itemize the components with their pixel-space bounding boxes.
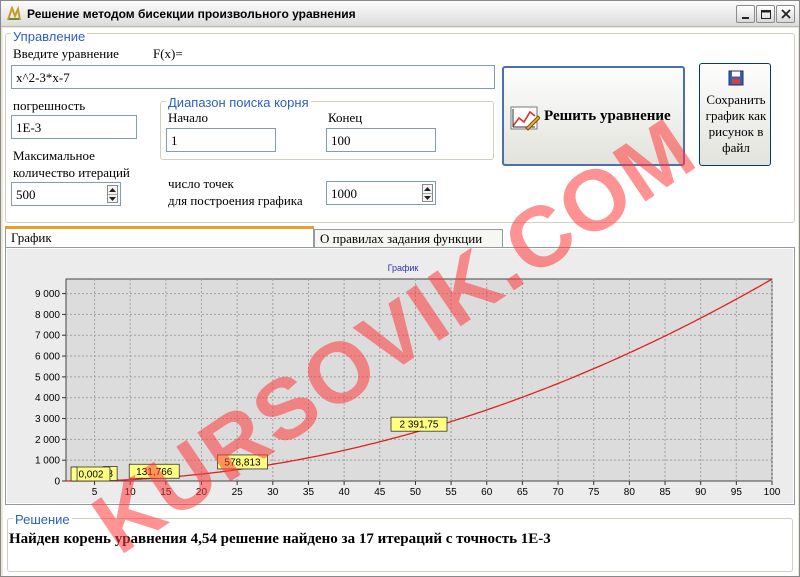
equation-input[interactable]: x^2-3*x-7 (11, 65, 495, 89)
end-input[interactable]: 100 (326, 128, 436, 152)
max-iter-label-2: количество итераций (13, 165, 130, 180)
spin-down-icon[interactable] (423, 193, 432, 201)
chart-icon (510, 106, 540, 131)
result-text: Найден корень уравнения 4,54 решение най… (9, 531, 551, 547)
plot-area (65, 278, 773, 482)
x-tick-label: 15 (160, 487, 172, 498)
x-tick-label: 65 (517, 487, 529, 498)
control-group-title: Управление (11, 29, 88, 44)
end-label: Конец (328, 110, 363, 125)
window-title: Решение методом бисекции произвольного у… (27, 7, 356, 21)
spin-down-icon[interactable] (108, 194, 117, 202)
app-icon (7, 6, 21, 21)
save-label-line: Сохранить (706, 92, 766, 107)
spin-up-icon[interactable] (423, 185, 432, 193)
x-tick-label: 30 (267, 487, 279, 498)
points-label-2: для построения графика (168, 193, 303, 208)
points-value: 1000 (331, 186, 357, 201)
y-tick-label: 5 000 (35, 372, 60, 383)
minimize-button[interactable] (736, 5, 755, 23)
points-label-1: число точек (168, 176, 234, 191)
solve-button-label: Решить уравнение (544, 108, 671, 124)
tolerance-label: погрешность (13, 98, 86, 113)
close-icon (781, 9, 791, 19)
maximize-button[interactable] (756, 5, 775, 23)
annotation-label: 131,766 (136, 467, 173, 478)
range-group-title: Диапазон поиска корня (166, 95, 311, 110)
y-tick-label: 3 000 (35, 414, 60, 425)
title-bar[interactable]: Решение методом бисекции произвольного у… (1, 1, 799, 27)
result-group-title: Решение (13, 512, 72, 527)
function-chart[interactable]: График 5 10 15 20 25 30 35 40 45 50 55 60 65 70 75 80 85 9… (7, 249, 793, 503)
save-label-line: файл (722, 140, 750, 155)
x-tick-label: 95 (731, 487, 743, 498)
start-label: Начало (168, 110, 209, 125)
x-tick-label: 25 (232, 487, 244, 498)
max-iter-spin[interactable] (107, 185, 118, 203)
annotation-label: 578,813 (224, 457, 261, 468)
x-tick-label: 5 (92, 487, 98, 498)
max-iter-stepper[interactable]: 500 (11, 182, 121, 206)
y-tick-label: 7 000 (35, 331, 60, 342)
tab-function-rules[interactable]: О правилах задания функции (314, 229, 503, 248)
save-label-line: график как (705, 108, 767, 123)
y-tick-label: 0 (54, 477, 60, 488)
max-iter-value: 500 (16, 187, 36, 202)
points-stepper[interactable]: 1000 (326, 181, 436, 205)
app-window: Решение методом бисекции произвольного у… (0, 0, 800, 577)
save-chart-button-label: Сохранить график как рисунок в файл (700, 92, 772, 156)
x-tick-label: 55 (446, 487, 458, 498)
max-iter-label-1: Максимальное (13, 148, 95, 163)
x-tick-label: 80 (624, 487, 636, 498)
x-tick-label: 85 (659, 487, 671, 498)
y-tick-label: 8 000 (35, 310, 60, 321)
close-button[interactable] (776, 5, 795, 23)
x-tick-label: 100 (764, 487, 781, 498)
x-tick-label: 75 (588, 487, 600, 498)
x-tick-label: 20 (196, 487, 208, 498)
start-input[interactable]: 1 (166, 128, 276, 152)
annotation-label: 0,002 (78, 469, 103, 480)
x-tick-label: 40 (339, 487, 351, 498)
y-tick-label: 9 000 (35, 289, 60, 300)
annotation-box (70, 466, 78, 482)
floppy-disk-icon (728, 70, 744, 86)
solve-button[interactable]: Решить уравнение (502, 66, 685, 166)
x-tick-label: 90 (695, 487, 707, 498)
fx-label: F(x)= (153, 46, 183, 61)
equation-label: Введите уравнение (13, 46, 119, 61)
tolerance-input[interactable]: 1E-3 (11, 115, 137, 139)
points-spin[interactable] (422, 184, 433, 202)
minimize-icon (742, 17, 749, 19)
graph-tab-panel: График 5 10 15 20 25 30 35 40 45 50 55 60 65 70 75 80 85 9… (5, 247, 795, 505)
tab-graph[interactable]: График (5, 226, 314, 248)
x-tick-label: 45 (374, 487, 386, 498)
save-label-line: рисунок в (708, 124, 764, 139)
chart-title: График (388, 263, 419, 273)
x-tick-label: 35 (303, 487, 315, 498)
x-tick-label: 10 (125, 487, 137, 498)
client-area: Управление Введите уравнение F(x)= x^2-3… (3, 28, 798, 576)
spin-up-icon[interactable] (108, 186, 117, 194)
annotation-label: 2 391,75 (400, 420, 439, 431)
y-tick-label: 4 000 (35, 393, 60, 404)
y-tick-label: 6 000 (35, 352, 60, 363)
maximize-icon (761, 10, 771, 19)
save-chart-button[interactable]: Сохранить график как рисунок в файл (699, 63, 771, 166)
y-tick-label: 2 000 (35, 435, 60, 446)
x-tick-label: 70 (552, 487, 564, 498)
y-tick-label: 1 000 (35, 456, 60, 467)
x-tick-label: 50 (410, 487, 422, 498)
x-tick-label: 60 (481, 487, 493, 498)
